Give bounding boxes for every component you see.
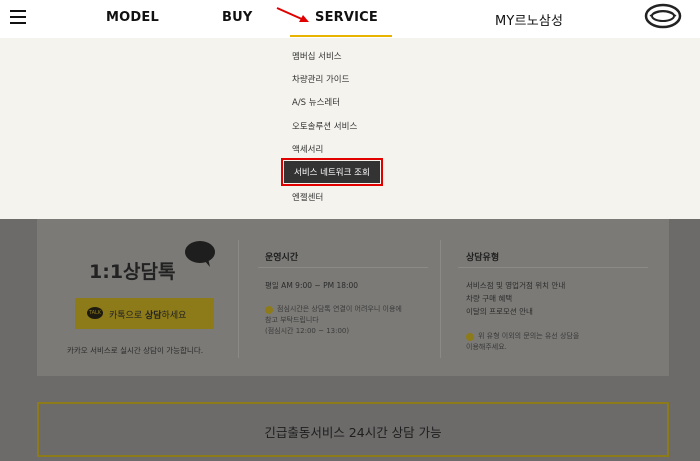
types-note: 위 유형 이외의 문의는 유선 상담을 이용해주세요. <box>466 332 580 351</box>
submenu-service-network[interactable]: 서비스 네트워크 조회 <box>281 158 383 186</box>
types-divider <box>458 267 648 268</box>
column-divider <box>440 240 441 358</box>
speech-bubble-icon <box>185 241 215 267</box>
kakao-note: 카카오 서비스로 실시간 상담이 가능합니다. <box>67 346 204 355</box>
consult-title: 1:1상담톡 <box>89 261 176 283</box>
nav-model[interactable]: MODEL <box>106 10 159 25</box>
submenu-maintenance-guide[interactable]: 차량관리 가이드 <box>292 73 349 85</box>
types-list: 서비스점 및 영업거점 위치 안내 차량 구매 혜택 이달의 프로모션 안내 <box>466 281 566 316</box>
top-navigation: MODEL BUY SERVICE MY르노삼성 <box>0 0 700 38</box>
kakao-consult-button[interactable]: TALK 카톡으로 상담하세요 <box>75 298 214 329</box>
hours-note: 점심시간은 상담톡 연결이 어려우니 이용에 참고 부탁드립니다 (점심시간 1… <box>265 305 402 335</box>
kakao-talk-icon: TALK <box>87 307 103 319</box>
nav-service[interactable]: SERVICE <box>315 10 378 25</box>
nav-buy[interactable]: BUY <box>222 10 252 25</box>
submenu-membership[interactable]: 멤버십 서비스 <box>292 50 342 62</box>
kakao-button-label: 카톡으로 상담하세요 <box>109 311 187 321</box>
hours-divider <box>258 267 428 268</box>
submenu-accessory[interactable]: 액세서리 <box>292 143 323 155</box>
submenu-as-newsletter[interactable]: A/S 뉴스레터 <box>292 96 340 108</box>
types-title: 상담유형 <box>466 253 500 263</box>
emergency-service-banner[interactable]: 긴급출동서비스 24시간 상담 가능 <box>37 402 669 457</box>
submenu-auto-solution[interactable]: 오토솔루션 서비스 <box>292 120 357 132</box>
brand-logo-icon[interactable] <box>644 3 682 29</box>
service-dropdown: 멤버십 서비스 차량관리 가이드 A/S 뉴스레터 오토솔루션 서비스 액세서리… <box>0 38 700 219</box>
hours-title: 운영시간 <box>265 253 299 263</box>
hamburger-menu-icon[interactable] <box>10 10 26 24</box>
column-divider <box>238 240 239 358</box>
submenu-angel-center[interactable]: 엔젤센터 <box>292 191 323 203</box>
page: 1:1상담톡 TALK 카톡으로 상담하세요 카카오 서비스로 실시간 상담이 … <box>0 0 700 461</box>
hours-time: 평일 AM 9:00 ~ PM 18:00 <box>265 281 359 290</box>
nav-my[interactable]: MY르노삼성 <box>495 10 563 29</box>
emergency-label: 긴급출동서비스 24시간 상담 가능 <box>264 425 442 440</box>
active-nav-underline <box>290 35 392 37</box>
